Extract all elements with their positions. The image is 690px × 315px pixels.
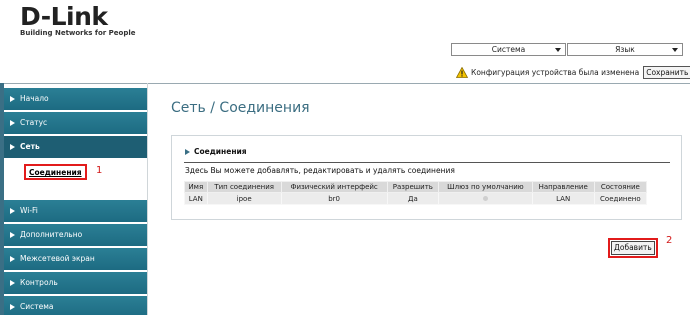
table-header-row: Имя Тип соединения Физический интерфейс …: [184, 181, 648, 193]
column-header: Физический интерфейс: [280, 181, 388, 193]
arrow-right-icon: [10, 232, 15, 238]
table-cell: LAN: [531, 192, 595, 205]
sidebar-item-status[interactable]: Статус: [4, 112, 147, 134]
save-button[interactable]: Сохранить: [643, 66, 690, 79]
system-dropdown-label: Система: [491, 45, 526, 54]
annotation-marker-1: 1: [96, 165, 103, 176]
column-header: Состояние: [593, 181, 648, 193]
chevron-down-icon: [672, 48, 678, 52]
table-cell: br0: [280, 192, 388, 205]
connections-table: Имя Тип соединения Физический интерфейс …: [184, 181, 648, 205]
sidebar-item-firewall[interactable]: Межсетевой экран: [4, 248, 147, 270]
panel-title: Соединения: [194, 147, 247, 156]
arrow-right-icon: [10, 280, 15, 286]
column-header: Имя: [184, 181, 208, 193]
sidebar-item-label: Система: [20, 302, 54, 311]
connections-panel: Соединения Здесь Вы можете добавлять, ре…: [171, 135, 682, 220]
warning-icon: [456, 67, 468, 78]
table-cell: Соединено: [593, 192, 648, 205]
sidebar-item-control[interactable]: Контроль: [4, 272, 147, 294]
add-button-highlight: Добавить: [608, 238, 658, 258]
sidebar-item-label: Начало: [20, 94, 49, 103]
sidebar-item-label: Дополнительно: [20, 230, 83, 239]
system-dropdown[interactable]: Система: [451, 43, 566, 56]
arrow-right-icon: [10, 304, 15, 310]
notice-text: Конфигурация устройства была изменена: [471, 68, 640, 77]
sidebar-item-label: Wi-Fi: [20, 206, 38, 215]
language-dropdown[interactable]: Язык: [567, 43, 683, 56]
sidebar-item-system[interactable]: Система: [4, 296, 147, 315]
column-header: Разрешить: [386, 181, 440, 193]
sidebar-item-start[interactable]: Начало: [4, 88, 147, 110]
column-header: Шлюз по умолчанию: [438, 181, 533, 193]
table-cell-gateway: [438, 192, 533, 205]
sidebar-submenu-network: Соединения 1: [4, 160, 147, 198]
sidebar-item-label: Статус: [20, 118, 48, 127]
arrow-right-icon: [10, 256, 15, 262]
sidebar-item-advanced[interactable]: Дополнительно: [4, 224, 147, 246]
arrow-right-icon: [185, 148, 190, 155]
sidebar-divider: [147, 83, 148, 315]
table-row[interactable]: LAN ipoe br0 Да LAN Соединено: [184, 192, 648, 205]
sidebar-subitem-connections[interactable]: Соединения: [24, 164, 87, 180]
sidebar-item-label: Контроль: [20, 278, 58, 287]
sidebar-item-network[interactable]: Сеть: [4, 136, 147, 158]
arrow-right-icon: [10, 208, 15, 214]
dlink-logo: D-Link Building Networks for People: [20, 2, 136, 38]
table-cell: ipoe: [206, 192, 282, 205]
config-changed-notice: Конфигурация устройства была изменена Со…: [456, 66, 690, 79]
annotation-marker-2: 2: [666, 235, 673, 246]
arrow-right-icon: [10, 96, 15, 102]
sidebar-item-wifi[interactable]: Wi-Fi: [4, 200, 147, 222]
logo-brand: D-Link: [20, 2, 108, 31]
table-cell: Да: [386, 192, 440, 205]
panel-description: Здесь Вы можете добавлять, редактировать…: [185, 166, 455, 175]
logo-tagline: Building Networks for People: [20, 29, 136, 37]
panel-header: Соединения: [185, 147, 247, 156]
chevron-down-icon: [555, 48, 561, 52]
sidebar-item-label: Межсетевой экран: [20, 254, 95, 263]
sidebar-item-label: Сеть: [20, 142, 40, 151]
column-header: Направление: [531, 181, 595, 193]
sidebar: Начало Статус Сеть Соединения 1 Wi-Fi До…: [4, 88, 147, 315]
language-dropdown-label: Язык: [615, 45, 635, 54]
table-cell: LAN: [184, 192, 208, 205]
arrow-right-icon: [10, 120, 15, 126]
column-header: Тип соединения: [206, 181, 282, 193]
add-button[interactable]: Добавить: [611, 241, 655, 255]
page-title: Сеть / Соединения: [171, 100, 310, 116]
panel-divider: [184, 162, 670, 163]
radio-icon[interactable]: [482, 195, 488, 201]
arrow-right-icon: [10, 144, 15, 150]
